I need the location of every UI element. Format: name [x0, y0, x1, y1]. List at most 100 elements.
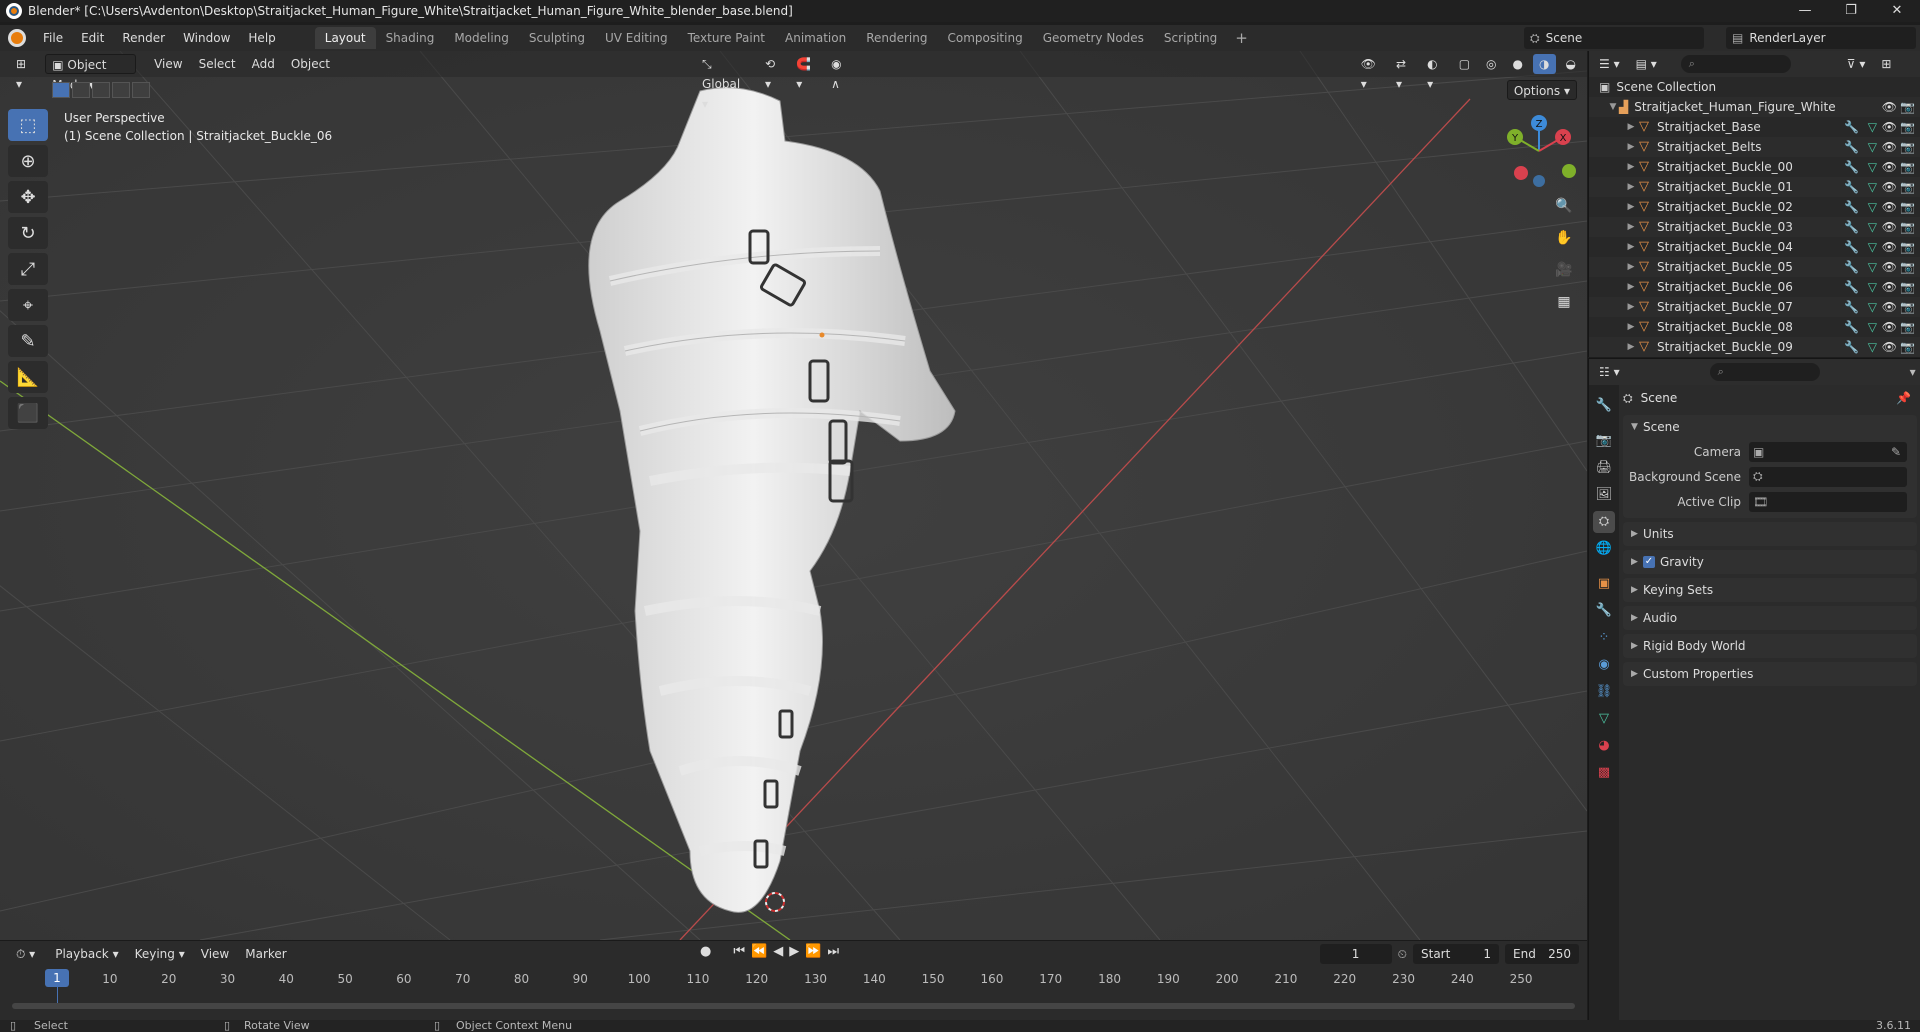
expand-arrow-icon[interactable]: ▶	[1625, 342, 1637, 352]
visibility-icon[interactable]: 👁 ▾	[1355, 54, 1386, 91]
annotate-tool-icon[interactable]: ✎	[8, 325, 48, 357]
modifier-icon[interactable]: 🔧	[1844, 320, 1859, 334]
timeline-view-menu[interactable]: View	[195, 944, 235, 964]
record-icon[interactable]: ●	[700, 944, 711, 959]
output-tab-icon[interactable]: 🖨	[1593, 457, 1615, 479]
modifier-icon[interactable]: 🔧	[1844, 200, 1859, 214]
tab-rendering[interactable]: Rendering	[856, 27, 937, 49]
visibility-eye-icon[interactable]: 👁	[1882, 300, 1897, 314]
pivot-icon[interactable]: ⟲ ▾	[759, 54, 786, 91]
visibility-eye-icon[interactable]: 👁	[1882, 120, 1897, 134]
outliner-item[interactable]: ▶ ▽ Straitjacket_Buckle_04 🔧 ▽ 👁 📷	[1589, 237, 1920, 257]
select-subtract-icon[interactable]	[92, 82, 110, 98]
outliner-item[interactable]: ▶ ▽ Straitjacket_Buckle_03 🔧 ▽ 👁 📷	[1589, 217, 1920, 237]
mesh-data-icon[interactable]: ▽	[1868, 200, 1877, 214]
eyedropper-icon[interactable]: ✎	[1891, 445, 1901, 459]
zoom-icon[interactable]: 🔍	[1551, 193, 1577, 219]
outliner-item[interactable]: ▶ ▽ Straitjacket_Buckle_01 🔧 ▽ 👁 📷	[1589, 177, 1920, 197]
modifier-icon[interactable]: 🔧	[1844, 300, 1859, 314]
playback-menu[interactable]: Playback ▾	[49, 944, 124, 964]
expand-arrow-icon[interactable]: ▶	[1625, 322, 1637, 332]
expand-arrow-icon[interactable]: ▶	[1625, 282, 1637, 292]
outliner-collection[interactable]: ▼ ▟ Straitjacket_Human_Figure_White 👁 📷	[1589, 97, 1920, 117]
outliner-scene-collection[interactable]: ▣ Scene Collection	[1589, 77, 1920, 97]
outliner-item[interactable]: ▶ ▽ Straitjacket_Buckle_08 🔧 ▽ 👁 📷	[1589, 317, 1920, 337]
select-intersect-icon[interactable]	[132, 82, 150, 98]
outliner-item[interactable]: ▶ ▽ Straitjacket_Belts 🔧 ▽ 👁 📷	[1589, 137, 1920, 157]
rigid-body-world-panel[interactable]: ▶ Rigid Body World	[1623, 634, 1917, 658]
visibility-eye-icon[interactable]: 👁	[1882, 220, 1897, 234]
outliner-editor-type-icon[interactable]: ☰ ▾	[1593, 54, 1626, 74]
tab-animation[interactable]: Animation	[775, 27, 856, 49]
modifier-icon[interactable]: 🔧	[1844, 220, 1859, 234]
mesh-data-icon[interactable]: ▽	[1868, 120, 1877, 134]
modifier-tab-icon[interactable]: 🔧	[1593, 600, 1615, 622]
frame-ruler[interactable]: 10 20 30 40 50 60 70 80 90 100 110 120 130 140 150 160 1…	[0, 969, 1575, 991]
visibility-eye-icon[interactable]: 👁	[1882, 340, 1897, 354]
select-box-tool-icon[interactable]: ⬚	[8, 109, 48, 141]
visibility-eye-icon[interactable]: 👁	[1882, 160, 1897, 174]
particles-tab-icon[interactable]: ⁘	[1593, 627, 1615, 649]
jump-end-icon[interactable]: ⏭	[827, 944, 839, 959]
select-invert-icon[interactable]	[112, 82, 130, 98]
expand-arrow-icon[interactable]: ▶	[1625, 142, 1637, 152]
transform-orientation-dropdown[interactable]: ⤡ Global ▾	[696, 54, 755, 111]
visibility-eye-icon[interactable]: 👁	[1882, 280, 1897, 294]
shading-material-icon[interactable]: ◑	[1533, 54, 1556, 74]
render-camera-icon[interactable]: 📷	[1900, 120, 1915, 134]
visibility-eye-icon[interactable]: 👁	[1882, 260, 1897, 274]
modifier-icon[interactable]: 🔧	[1844, 260, 1859, 274]
filter-icon[interactable]: ⊽ ▾	[1841, 54, 1872, 74]
object-tab-icon[interactable]: ▣	[1593, 573, 1615, 595]
outliner-item[interactable]: ▶ ▽ Straitjacket_Buckle_02 🔧 ▽ 👁 📷	[1589, 197, 1920, 217]
end-frame-field[interactable]: End 250	[1505, 944, 1579, 964]
gizmo-icon[interactable]: ⇄ ▾	[1390, 54, 1417, 91]
expand-arrow-icon[interactable]: ▶	[1625, 182, 1637, 192]
data-tab-icon[interactable]: ▽	[1593, 708, 1615, 730]
transform-tool-icon[interactable]: ⌖	[8, 289, 48, 321]
tool-tab-icon[interactable]: 🔧	[1593, 395, 1615, 417]
render-camera-icon[interactable]: 📷	[1900, 240, 1915, 254]
audio-panel[interactable]: ▶ Audio	[1623, 606, 1917, 630]
mesh-data-icon[interactable]: ▽	[1868, 340, 1877, 354]
scale-tool-icon[interactable]: ⤢	[8, 253, 48, 285]
object-menu[interactable]: Object	[285, 54, 336, 74]
navigation-gizmo[interactable]: Z X Y	[1499, 111, 1579, 191]
properties-search-input[interactable]: ⌕	[1709, 363, 1820, 381]
move-tool-icon[interactable]: ✥	[8, 181, 48, 213]
maximize-button[interactable]: ❐	[1828, 0, 1874, 22]
select-extend-icon[interactable]	[72, 82, 90, 98]
properties-editor-type-icon[interactable]: ☷ ▾	[1593, 362, 1626, 382]
render-tab-icon[interactable]: 📷	[1593, 430, 1615, 452]
xray-icon[interactable]: ▢	[1453, 54, 1476, 74]
menu-render[interactable]: Render	[113, 25, 174, 51]
cursor-tool-icon[interactable]: ⊕	[8, 145, 48, 177]
add-workspace-button[interactable]: +	[1227, 29, 1256, 47]
minimize-button[interactable]: —	[1782, 0, 1828, 22]
render-camera-icon[interactable]: 📷	[1900, 320, 1915, 334]
mesh-data-icon[interactable]: ▽	[1868, 300, 1877, 314]
add-cube-tool-icon[interactable]: ⬛	[8, 397, 48, 429]
render-camera-icon[interactable]: 📷	[1900, 200, 1915, 214]
tab-layout[interactable]: Layout	[314, 27, 376, 49]
timeline-editor-type-icon[interactable]: ⏱ ▾	[10, 944, 41, 964]
visibility-eye-icon[interactable]: 👁	[1882, 100, 1897, 114]
shading-wireframe-icon[interactable]: ◎	[1480, 54, 1502, 74]
render-camera-icon[interactable]: 📷	[1900, 220, 1915, 234]
start-frame-field[interactable]: Start 1	[1413, 944, 1499, 964]
measure-tool-icon[interactable]: 📐	[8, 361, 48, 393]
scene-selector[interactable]: ⛭ Scene	[1524, 27, 1704, 49]
mesh-data-icon[interactable]: ▽	[1868, 240, 1877, 254]
select-new-icon[interactable]	[52, 82, 70, 98]
visibility-eye-icon[interactable]: 👁	[1882, 320, 1897, 334]
current-frame-field[interactable]: 1	[1319, 944, 1392, 964]
visibility-eye-icon[interactable]: 👁	[1882, 240, 1897, 254]
tab-geometry-nodes[interactable]: Geometry Nodes	[1033, 27, 1154, 49]
gravity-checkbox[interactable]: ✓	[1643, 556, 1655, 568]
expand-arrow-icon[interactable]: ▶	[1625, 202, 1637, 212]
modifier-icon[interactable]: 🔧	[1844, 120, 1859, 134]
pan-hand-icon[interactable]: ✋	[1551, 225, 1577, 251]
camera-field[interactable]: ▣ ✎	[1749, 441, 1907, 462]
menu-edit[interactable]: Edit	[72, 25, 113, 51]
outliner-item[interactable]: ▶ ▽ Straitjacket_Base 🔧 ▽ 👁 📷	[1589, 117, 1920, 137]
